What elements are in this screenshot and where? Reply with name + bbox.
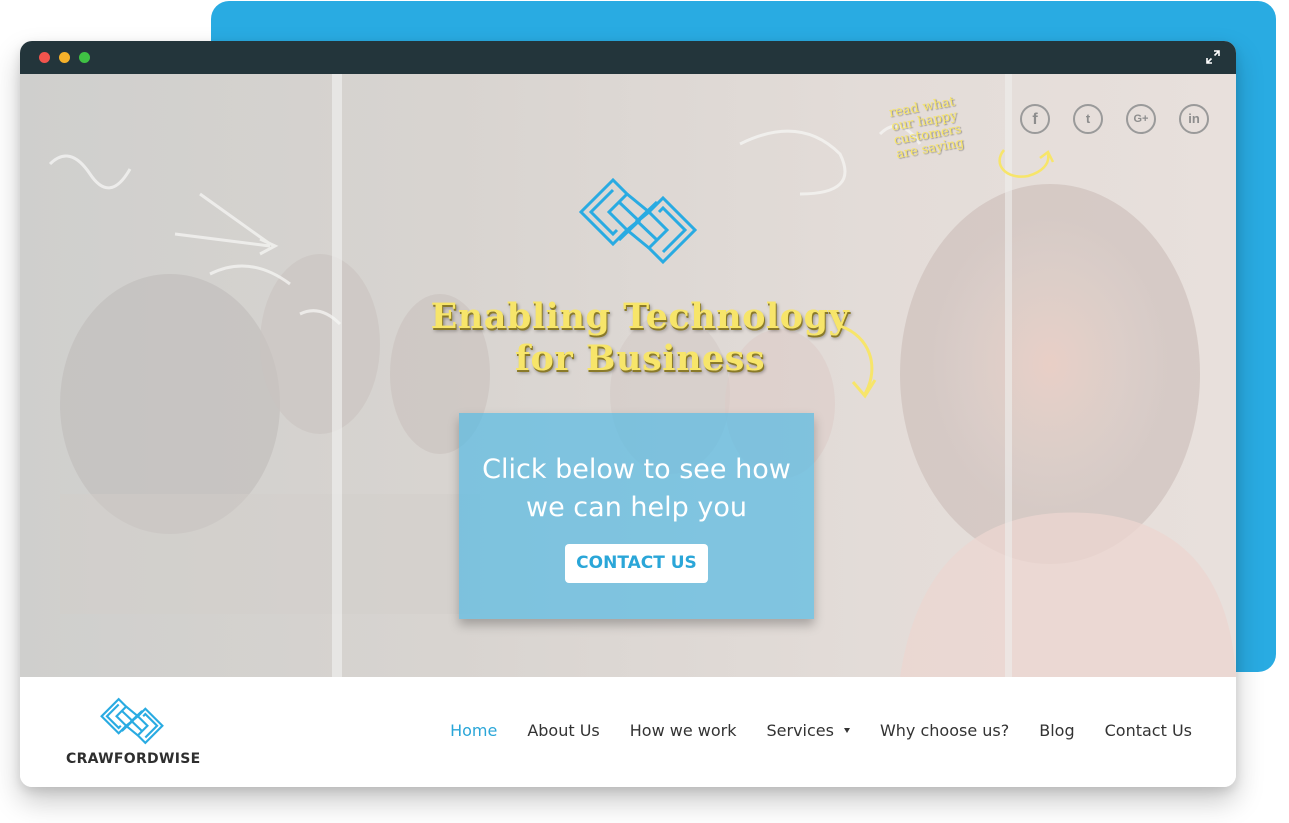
cta-line-2: we can help you	[526, 492, 747, 523]
hero-section: Enabling Technology for Business read wh…	[20, 74, 1236, 677]
twitter-icon[interactable]: t	[1073, 104, 1103, 134]
contact-us-button[interactable]: CONTACT US	[565, 544, 708, 583]
maximize-dot[interactable]	[79, 52, 90, 63]
facebook-icon[interactable]: f	[1020, 104, 1050, 134]
nav-item-label: Blog	[1039, 721, 1075, 740]
linkedin-icon[interactable]: in	[1179, 104, 1209, 134]
tagline-line-1: Enabling Technology	[430, 296, 850, 337]
linkedin-glyph: in	[1188, 111, 1200, 126]
crawfordwise-logo-icon	[578, 177, 698, 265]
nav-item-how-we-work[interactable]: How we work	[630, 721, 737, 740]
tagline-line-2: for Business	[514, 338, 766, 379]
brand-logo-icon[interactable]	[99, 697, 165, 745]
close-dot[interactable]	[39, 52, 50, 63]
nav-item-label: Services	[766, 721, 834, 740]
nav-item-label: About Us	[527, 721, 600, 740]
nav-item-label: Contact Us	[1104, 721, 1192, 740]
cta-line-1: Click below to see how	[482, 454, 791, 485]
nav-item-services[interactable]: Services	[767, 721, 850, 740]
google-plus-glyph: G+	[1133, 113, 1149, 125]
curved-arrow-icon	[839, 324, 877, 399]
nav-item-why-choose-us[interactable]: Why choose us?	[880, 721, 1009, 740]
reviews-arrow-icon	[998, 149, 1055, 178]
browser-titlebar	[20, 41, 1236, 74]
nav-item-home[interactable]: Home	[450, 721, 497, 740]
page-stage: Enabling Technology for Business read wh…	[0, 0, 1289, 823]
google-plus-icon[interactable]: G+	[1126, 104, 1156, 134]
nav-item-blog[interactable]: Blog	[1039, 721, 1074, 740]
browser-window: Enabling Technology for Business read wh…	[20, 41, 1236, 787]
facebook-glyph: f	[1032, 111, 1038, 128]
expand-icon[interactable]	[1206, 50, 1220, 64]
nav-item-about-us[interactable]: About Us	[527, 721, 599, 740]
hero-tagline: Enabling Technology for Business	[400, 296, 880, 380]
nav-item-label: Home	[450, 721, 498, 740]
cta-heading: Click below to see how we can help you	[459, 451, 814, 527]
nav-item-label: Why choose us?	[879, 721, 1010, 740]
site-header: CRAWFORDWISE Home About Us How we work S…	[20, 677, 1236, 787]
main-nav: Home About Us How we work Services Why c…	[420, 721, 1192, 740]
minimize-dot[interactable]	[59, 52, 70, 63]
nav-item-label: How we work	[629, 721, 737, 740]
brand-name[interactable]: CRAWFORDWISE	[66, 751, 200, 767]
nav-item-contact-us[interactable]: Contact Us	[1105, 721, 1192, 740]
twitter-glyph: t	[1085, 111, 1091, 126]
caret-down-icon	[843, 728, 850, 733]
cta-panel: Click below to see how we can help you C…	[459, 413, 814, 619]
